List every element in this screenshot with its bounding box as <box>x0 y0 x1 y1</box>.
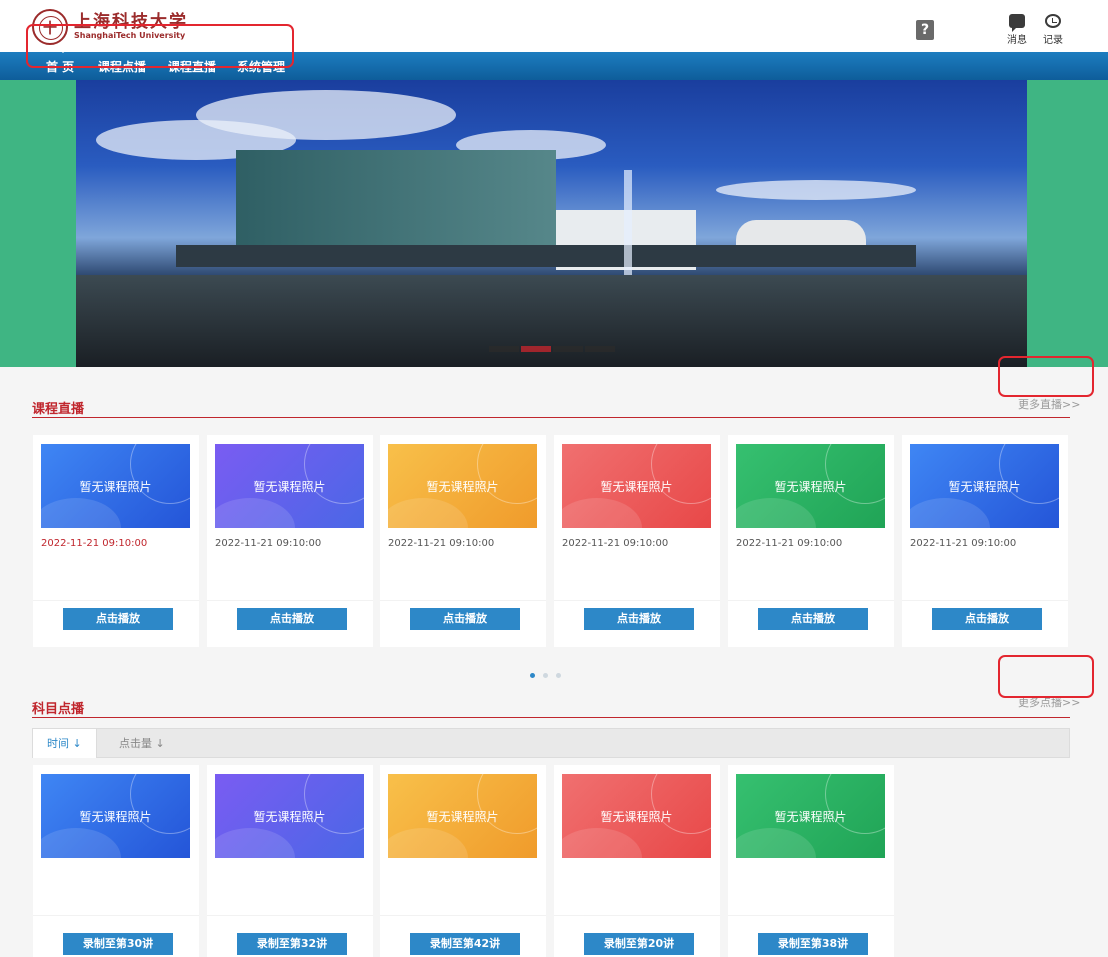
course-thumbnail[interactable]: 暂无课程照片 <box>736 774 885 858</box>
live-start-time: 2022-11-21 09:10:00 <box>41 538 148 549</box>
messages-button[interactable]: 消息 <box>1002 14 1032 46</box>
carousel-dot[interactable] <box>584 346 615 352</box>
live-start-time: 2022-11-21 09:10:00 <box>215 538 322 549</box>
course-thumbnail[interactable]: 暂无课程照片 <box>562 444 711 528</box>
recorded-lectures-button[interactable]: 录制至第38讲 <box>758 933 868 955</box>
live-start-time: 2022-11-21 09:10:00 <box>388 538 495 549</box>
course-thumbnail[interactable]: 暂无课程照片 <box>41 444 190 528</box>
vod-section-divider <box>32 717 1070 718</box>
carousel-dot[interactable] <box>552 346 583 352</box>
vod-course-card[interactable]: 暂无课程照片 录制至第30讲 <box>33 765 199 957</box>
play-button[interactable]: 点击播放 <box>410 608 520 630</box>
live-section-title: 课程直播 <box>32 402 85 417</box>
play-button[interactable]: 点击播放 <box>758 608 868 630</box>
carousel-dot[interactable] <box>488 346 519 352</box>
recorded-lectures-button[interactable]: 录制至第42讲 <box>410 933 520 955</box>
pager-dot-active[interactable] <box>530 673 535 678</box>
live-course-card[interactable]: 暂无课程照片 2022-11-21 09:10:00 点击播放 <box>380 435 546 647</box>
live-start-time: 2022-11-21 09:10:00 <box>562 538 669 549</box>
live-course-card[interactable]: 暂无课程照片 2022-11-21 09:10:00 点击播放 <box>554 435 720 647</box>
help-icon[interactable]: ? <box>916 20 934 40</box>
course-thumbnail[interactable]: 暂无课程照片 <box>41 774 190 858</box>
pager-dot[interactable] <box>543 673 548 678</box>
tab-sort-by-clicks[interactable]: 点击量 ↓ <box>105 729 179 758</box>
banner-carousel[interactable] <box>0 80 1108 367</box>
course-thumbnail[interactable]: 暂无课程照片 <box>215 444 364 528</box>
play-button[interactable]: 点击播放 <box>237 608 347 630</box>
messages-label: 消息 <box>1007 35 1027 46</box>
annotation-box-logo <box>26 24 294 68</box>
recorded-lectures-button[interactable]: 录制至第20讲 <box>584 933 694 955</box>
course-thumbnail[interactable]: 暂无课程照片 <box>388 774 537 858</box>
vod-sort-tabs: 时间 ↓ 点击量 ↓ <box>32 728 1070 758</box>
records-button[interactable]: 记录 <box>1038 14 1068 46</box>
play-button[interactable]: 点击播放 <box>584 608 694 630</box>
live-course-card[interactable]: 暂无课程照片 2022-11-21 09:10:00 点击播放 <box>728 435 894 647</box>
vod-course-card[interactable]: 暂无课程照片 录制至第42讲 <box>380 765 546 957</box>
course-thumbnail[interactable]: 暂无课程照片 <box>215 774 364 858</box>
live-carousel-pager[interactable] <box>530 673 561 678</box>
live-course-card[interactable]: 暂无课程照片 2022-11-21 09:10:00 点击播放 <box>33 435 199 647</box>
annotation-box-more-live <box>998 356 1094 397</box>
course-thumbnail[interactable]: 暂无课程照片 <box>910 444 1059 528</box>
pager-dot[interactable] <box>556 673 561 678</box>
clock-icon <box>1045 14 1061 28</box>
recorded-lectures-button[interactable]: 录制至第32讲 <box>237 933 347 955</box>
recorded-lectures-button[interactable]: 录制至第30讲 <box>63 933 173 955</box>
vod-course-card[interactable]: 暂无课程照片 录制至第20讲 <box>554 765 720 957</box>
live-course-card[interactable]: 暂无课程照片 2022-11-21 09:10:00 点击播放 <box>207 435 373 647</box>
annotation-box-more-vod <box>998 655 1094 698</box>
play-button[interactable]: 点击播放 <box>932 608 1042 630</box>
course-thumbnail[interactable]: 暂无课程照片 <box>388 444 537 528</box>
play-button[interactable]: 点击播放 <box>63 608 173 630</box>
vod-course-card[interactable]: 暂无课程照片 录制至第38讲 <box>728 765 894 957</box>
message-icon <box>1009 14 1025 32</box>
live-course-card[interactable]: 暂无课程照片 2022-11-21 09:10:00 点击播放 <box>902 435 1068 647</box>
course-thumbnail[interactable]: 暂无课程照片 <box>562 774 711 858</box>
live-section-divider <box>32 417 1070 418</box>
more-live-link[interactable]: 更多直播>> <box>1018 396 1080 412</box>
carousel-dot-active[interactable] <box>520 346 551 352</box>
live-start-time: 2022-11-21 09:10:00 <box>736 538 843 549</box>
carousel-indicator[interactable] <box>76 346 1027 352</box>
campus-photo <box>76 80 1027 367</box>
vod-section-title: 科目点播 <box>32 702 85 717</box>
course-thumbnail[interactable]: 暂无课程照片 <box>736 444 885 528</box>
records-label: 记录 <box>1043 35 1063 46</box>
live-start-time: 2022-11-21 09:10:00 <box>910 538 1017 549</box>
tab-sort-by-time[interactable]: 时间 ↓ <box>33 729 97 758</box>
vod-course-card[interactable]: 暂无课程照片 录制至第32讲 <box>207 765 373 957</box>
